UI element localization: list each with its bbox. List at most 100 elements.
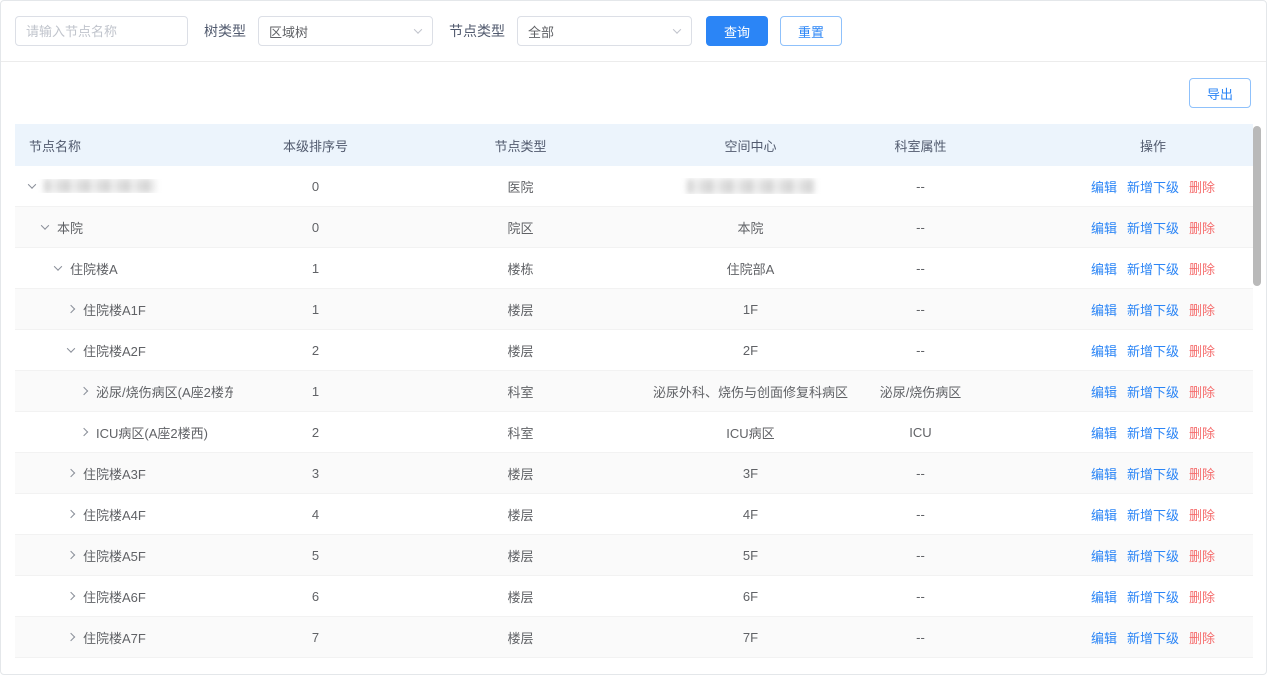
node-type-label: 节点类型 xyxy=(449,21,505,41)
node-type-value: 全部 xyxy=(528,22,554,41)
expand-toggle-icon[interactable] xyxy=(67,469,75,477)
delete-link[interactable]: 删除 xyxy=(1189,546,1215,565)
expand-toggle-icon[interactable] xyxy=(80,387,88,395)
table-row: 住院楼A1F 1 楼层 1F -- 编辑 新增下级 删除 xyxy=(15,289,1253,330)
tree-type-select[interactable]: 区域树 xyxy=(258,16,433,46)
sort-number-cell: 0 xyxy=(233,220,398,235)
node-type-cell: 楼层 xyxy=(398,587,643,606)
reset-button[interactable]: 重置 xyxy=(780,16,842,46)
expand-toggle-icon[interactable] xyxy=(28,180,36,188)
space-center-cell: 7F xyxy=(643,630,858,645)
node-name-cell: ICU病区(A座2楼西) xyxy=(96,423,208,442)
delete-link[interactable]: 删除 xyxy=(1189,505,1215,524)
table-row: 住院楼A3F 3 楼层 3F -- 编辑 新增下级 删除 xyxy=(15,453,1253,494)
add-child-link[interactable]: 新增下级 xyxy=(1127,505,1179,524)
table-row: ICU病区(A座2楼西) 2 科室 ICU病区 ICU 编辑 新增下级 删除 xyxy=(15,412,1253,453)
dept-attr-cell: -- xyxy=(858,302,983,317)
delete-link[interactable]: 删除 xyxy=(1189,382,1215,401)
expand-toggle-icon[interactable] xyxy=(67,592,75,600)
tree-indent xyxy=(29,309,68,310)
add-child-link[interactable]: 新增下级 xyxy=(1127,546,1179,565)
add-child-link[interactable]: 新增下级 xyxy=(1127,423,1179,442)
tree-indent xyxy=(29,432,81,433)
space-center-cell: 5F xyxy=(643,548,858,563)
node-name-cell: 住院楼A1F xyxy=(83,300,146,319)
add-child-link[interactable]: 新增下级 xyxy=(1127,341,1179,360)
table-row: 住院楼A6F 6 楼层 6F -- 编辑 新增下级 删除 xyxy=(15,576,1253,617)
edit-link[interactable]: 编辑 xyxy=(1091,628,1117,647)
node-type-cell: 楼层 xyxy=(398,505,643,524)
edit-link[interactable]: 编辑 xyxy=(1091,382,1117,401)
add-child-link[interactable]: 新增下级 xyxy=(1127,628,1179,647)
table-header: 节点名称 本级排序号 节点类型 空间中心 科室属性 操作 xyxy=(15,124,1253,166)
chevron-down-icon xyxy=(673,25,681,33)
node-name-cell: 住院楼A6F xyxy=(83,587,146,606)
edit-link[interactable]: 编辑 xyxy=(1091,423,1117,442)
tree-indent xyxy=(29,350,68,351)
dept-attr-cell: -- xyxy=(858,466,983,481)
delete-link[interactable]: 删除 xyxy=(1189,587,1215,606)
expand-toggle-icon[interactable] xyxy=(80,428,88,436)
edit-link[interactable]: 编辑 xyxy=(1091,341,1117,360)
node-type-cell: 院区 xyxy=(398,218,643,237)
dept-attr-cell: -- xyxy=(858,507,983,522)
dept-attr-cell: -- xyxy=(858,261,983,276)
add-child-link[interactable]: 新增下级 xyxy=(1127,464,1179,483)
expand-toggle-icon[interactable] xyxy=(67,633,75,641)
node-name-input[interactable] xyxy=(15,16,188,46)
delete-link[interactable]: 删除 xyxy=(1189,300,1215,319)
table-row: 住院楼A7F 7 楼层 7F -- 编辑 新增下级 删除 xyxy=(15,617,1253,658)
sort-number-cell: 7 xyxy=(233,630,398,645)
sort-number-cell: 2 xyxy=(233,425,398,440)
node-name-cell: 住院楼A3F xyxy=(83,464,146,483)
expand-toggle-icon[interactable] xyxy=(67,551,75,559)
edit-link[interactable]: 编辑 xyxy=(1091,218,1117,237)
edit-link[interactable]: 编辑 xyxy=(1091,464,1117,483)
dept-attr-cell: 泌尿/烧伤病区 xyxy=(858,382,983,401)
vertical-scrollbar[interactable] xyxy=(1253,126,1261,286)
space-center-cell: ICU病区 xyxy=(643,423,858,442)
table-row: 住院楼A 1 楼栋 住院部A -- 编辑 新增下级 删除 xyxy=(15,248,1253,289)
delete-link[interactable]: 删除 xyxy=(1189,628,1215,647)
node-name-cell: 住院楼A4F xyxy=(83,505,146,524)
sort-number-cell: 1 xyxy=(233,302,398,317)
add-child-link[interactable]: 新增下级 xyxy=(1127,382,1179,401)
space-center-cell: 1F xyxy=(643,302,858,317)
delete-link[interactable]: 删除 xyxy=(1189,259,1215,278)
add-child-link[interactable]: 新增下级 xyxy=(1127,259,1179,278)
expand-toggle-icon[interactable] xyxy=(54,262,62,270)
edit-link[interactable]: 编辑 xyxy=(1091,177,1117,196)
node-name-cell: 住院楼A xyxy=(70,259,118,278)
edit-link[interactable]: 编辑 xyxy=(1091,505,1117,524)
delete-link[interactable]: 删除 xyxy=(1189,341,1215,360)
expand-toggle-icon[interactable] xyxy=(67,305,75,313)
tree-indent xyxy=(29,473,68,474)
edit-link[interactable]: 编辑 xyxy=(1091,259,1117,278)
export-button[interactable]: 导出 xyxy=(1189,78,1251,108)
search-button[interactable]: 查询 xyxy=(706,16,768,46)
expand-toggle-icon[interactable] xyxy=(67,510,75,518)
delete-link[interactable]: 删除 xyxy=(1189,218,1215,237)
delete-link[interactable]: 删除 xyxy=(1189,177,1215,196)
add-child-link[interactable]: 新增下级 xyxy=(1127,300,1179,319)
node-type-cell: 医院 xyxy=(398,177,643,196)
expand-toggle-icon[interactable] xyxy=(67,344,75,352)
edit-link[interactable]: 编辑 xyxy=(1091,546,1117,565)
dept-attr-cell: -- xyxy=(858,589,983,604)
add-child-link[interactable]: 新增下级 xyxy=(1127,177,1179,196)
edit-link[interactable]: 编辑 xyxy=(1091,300,1117,319)
delete-link[interactable]: 删除 xyxy=(1189,423,1215,442)
delete-link[interactable]: 删除 xyxy=(1189,464,1215,483)
table-row: 泌尿/烧伤病区(A座2楼东) 1 科室 泌尿外科、烧伤与创面修复科病区 泌尿/烧… xyxy=(15,371,1253,412)
node-name-cell: 泌尿/烧伤病区(A座2楼东) xyxy=(96,382,233,401)
dept-attr-cell: -- xyxy=(858,630,983,645)
sort-number-cell: 4 xyxy=(233,507,398,522)
expand-toggle-icon[interactable] xyxy=(41,221,49,229)
node-type-select[interactable]: 全部 xyxy=(517,16,692,46)
tree-indent xyxy=(29,596,68,597)
node-type-cell: 楼层 xyxy=(398,546,643,565)
add-child-link[interactable]: 新增下级 xyxy=(1127,218,1179,237)
edit-link[interactable]: 编辑 xyxy=(1091,587,1117,606)
node-name-cell xyxy=(44,179,156,193)
add-child-link[interactable]: 新增下级 xyxy=(1127,587,1179,606)
